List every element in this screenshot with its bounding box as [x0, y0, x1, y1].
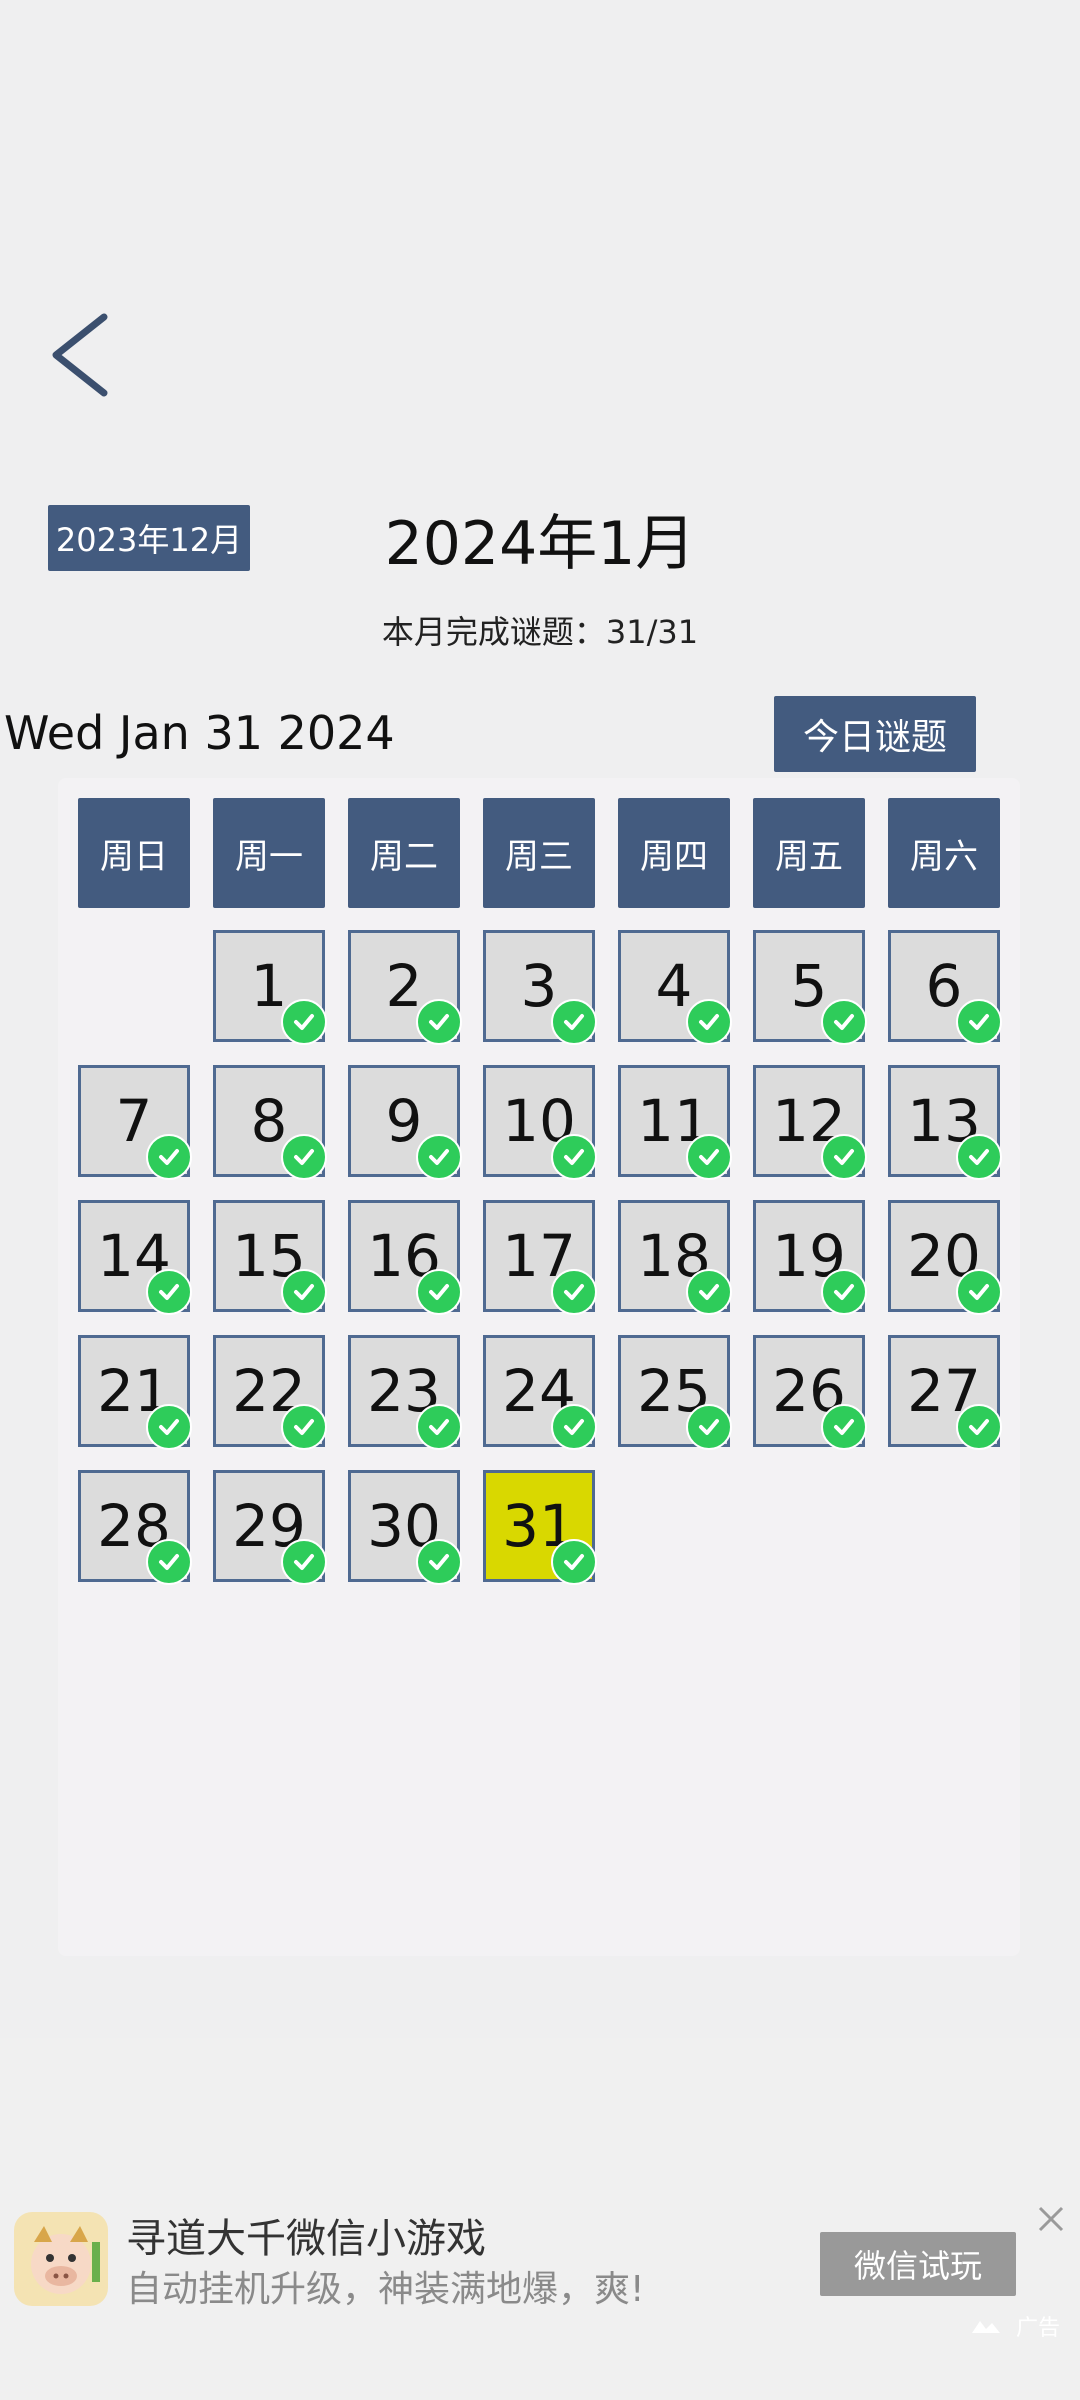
month-title: 2024年1月	[384, 508, 696, 579]
check-icon	[551, 1539, 597, 1585]
calendar-day-cell[interactable]: 2	[348, 930, 462, 1045]
ad-close-button[interactable]	[1034, 2202, 1068, 2236]
weekday-header: 周六	[888, 798, 1000, 908]
ad-title: 寻道大千微信小游戏	[126, 2216, 486, 2262]
calendar-day-cell[interactable]: 5	[753, 930, 867, 1045]
prev-month-button[interactable]: 2023年12月	[48, 505, 250, 571]
check-icon	[821, 999, 867, 1045]
calendar-day-cell[interactable]: 18	[618, 1200, 732, 1315]
calendar-day-cell[interactable]: 13	[888, 1065, 1002, 1180]
calendar-day-cell[interactable]: 30	[348, 1470, 462, 1585]
check-icon	[821, 1404, 867, 1450]
check-icon	[686, 1134, 732, 1180]
calendar-day-cell[interactable]: 22	[213, 1335, 327, 1450]
today-puzzle-button[interactable]: 今日谜题	[774, 696, 976, 772]
check-icon	[821, 1269, 867, 1315]
calendar-day-cell[interactable]: 27	[888, 1335, 1002, 1450]
check-icon	[551, 1404, 597, 1450]
calendar-day-cell[interactable]: 25	[618, 1335, 732, 1450]
check-icon	[956, 1134, 1002, 1180]
day-number: 5	[790, 952, 828, 1020]
weekday-header: 周日	[78, 798, 190, 908]
calendar-day-cell[interactable]: 31	[483, 1470, 597, 1585]
check-icon	[686, 1269, 732, 1315]
calendar-day-cell[interactable]: 15	[213, 1200, 327, 1315]
calendar-day-cell[interactable]: 8	[213, 1065, 327, 1180]
day-number: 9	[385, 1087, 423, 1155]
month-progress-text: 本月完成谜题：31/31	[381, 613, 699, 651]
calendar-day-cell[interactable]: 12	[753, 1065, 867, 1180]
check-icon	[821, 1134, 867, 1180]
check-icon	[146, 1269, 192, 1315]
day-number: 4	[655, 952, 693, 1020]
day-number: 6	[925, 952, 963, 1020]
back-button[interactable]	[30, 300, 130, 410]
check-icon	[686, 999, 732, 1045]
ad-logo-icon	[972, 2321, 1000, 2333]
check-icon	[551, 1134, 597, 1180]
day-number: 8	[250, 1087, 288, 1155]
ad-badge: 广告	[970, 2310, 1060, 2342]
calendar-day-cell[interactable]: 9	[348, 1065, 462, 1180]
check-icon	[416, 1539, 462, 1585]
weekday-header: 周四	[618, 798, 730, 908]
ad-game-avatar	[14, 2212, 108, 2306]
calendar-day-cell[interactable]: 20	[888, 1200, 1002, 1315]
check-icon	[686, 1404, 732, 1450]
day-number: 3	[520, 952, 558, 1020]
calendar-day-cell[interactable]: 1	[213, 930, 327, 1045]
calendar-day-cell[interactable]: 11	[618, 1065, 732, 1180]
weekday-header: 周一	[213, 798, 325, 908]
calendar-day-cell[interactable]: 28	[78, 1470, 192, 1585]
calendar-day-cell[interactable]: 16	[348, 1200, 462, 1315]
check-icon	[146, 1404, 192, 1450]
check-icon	[551, 1269, 597, 1315]
check-icon	[956, 1269, 1002, 1315]
ad-banner[interactable]: 寻道大千微信小游戏 自动挂机升级，神装满地爆，爽! 微信试玩 广告	[0, 2180, 1080, 2341]
ad-subtitle: 自动挂机升级，神装满地爆，爽!	[126, 2269, 645, 2310]
chevron-left-icon	[52, 313, 108, 397]
ad-badge-label: 广告	[1016, 2316, 1061, 2341]
check-icon	[956, 999, 1002, 1045]
check-icon	[146, 1539, 192, 1585]
check-icon	[146, 1134, 192, 1180]
ad-cta-button[interactable]: 微信试玩	[820, 2232, 1016, 2296]
check-icon	[281, 1269, 327, 1315]
calendar-day-cell[interactable]: 23	[348, 1335, 462, 1450]
calendar-day-cell[interactable]: 3	[483, 930, 597, 1045]
calendar-day-cell[interactable]: 24	[483, 1335, 597, 1450]
calendar-day-cell[interactable]: 10	[483, 1065, 597, 1180]
check-icon	[416, 1269, 462, 1315]
day-number: 1	[250, 952, 288, 1020]
close-icon	[1038, 2206, 1064, 2232]
calendar-day-cell[interactable]: 6	[888, 930, 1002, 1045]
calendar-day-cell[interactable]: 14	[78, 1200, 192, 1315]
calendar-day-cell[interactable]: 19	[753, 1200, 867, 1315]
check-icon	[281, 1134, 327, 1180]
weekday-header: 周三	[483, 798, 595, 908]
check-icon	[551, 999, 597, 1045]
check-icon	[281, 1404, 327, 1450]
day-number: 2	[385, 952, 423, 1020]
calendar-day-cell[interactable]: 29	[213, 1470, 327, 1585]
check-icon	[281, 1539, 327, 1585]
calendar-day-cell[interactable]: 21	[78, 1335, 192, 1450]
calendar-day-cell[interactable]: 7	[78, 1065, 192, 1180]
weekday-header: 周二	[348, 798, 460, 908]
check-icon	[416, 1404, 462, 1450]
check-icon	[281, 999, 327, 1045]
day-number: 7	[115, 1087, 153, 1155]
check-icon	[416, 1134, 462, 1180]
calendar-grid: 周日 周一 周二 周三 周四 周五 周六 1 2 3 4 5 6 7 8 9 10 11 12 13 14 15 16 17 1…	[58, 778, 1020, 1956]
calendar-day-cell[interactable]: 17	[483, 1200, 597, 1315]
calendar-day-cell[interactable]: 26	[753, 1335, 867, 1450]
check-icon	[416, 999, 462, 1045]
calendar-day-cell[interactable]: 4	[618, 930, 732, 1045]
check-icon	[956, 1404, 1002, 1450]
today-date-label: Wed Jan 31 2024	[4, 706, 395, 760]
weekday-header: 周五	[753, 798, 865, 908]
